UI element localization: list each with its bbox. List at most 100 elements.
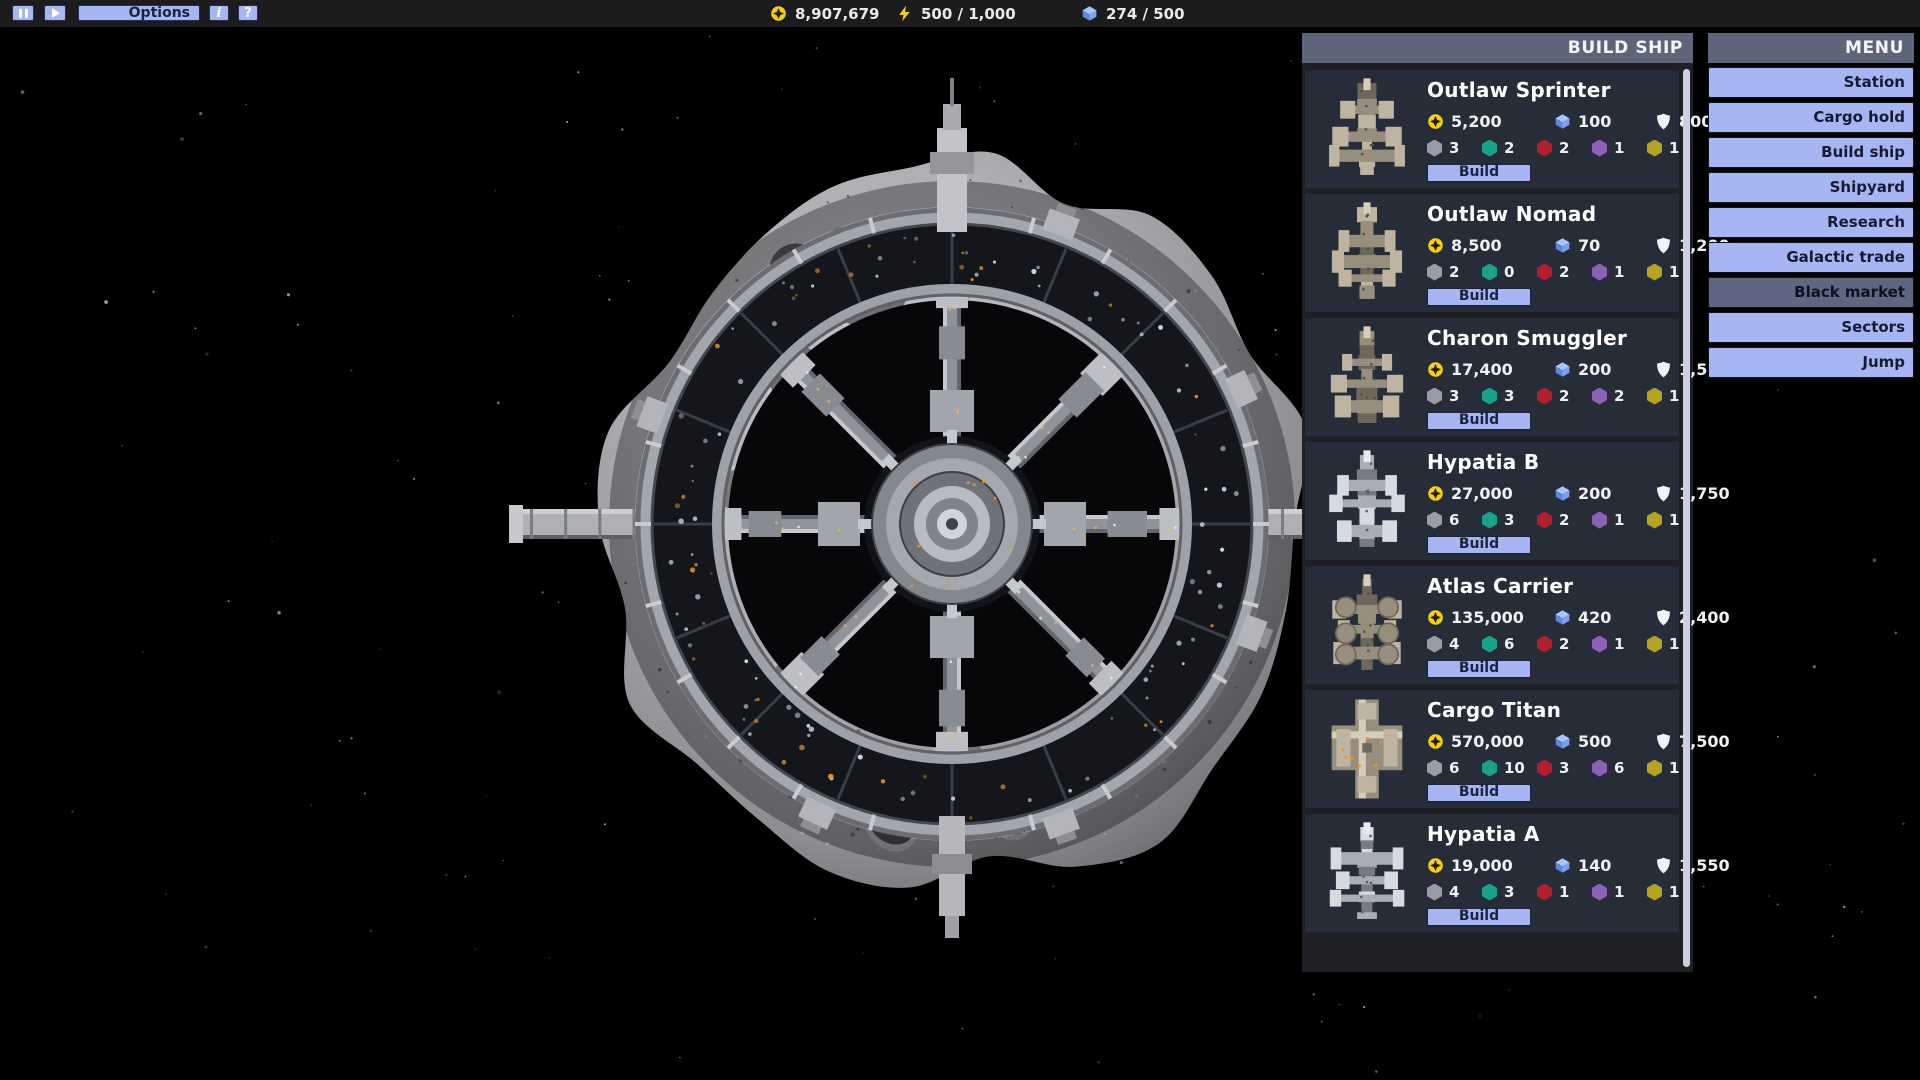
material-teal-icon — [1482, 512, 1497, 529]
material-red-icon — [1537, 140, 1552, 157]
ship-cost-goods: 140 — [1578, 856, 1611, 875]
menu-item-sectors[interactable]: Sectors — [1708, 312, 1914, 343]
material-purple-icon — [1592, 760, 1607, 777]
ship-thumbnail — [1310, 570, 1423, 680]
material-gray-icon — [1427, 760, 1442, 777]
build-button[interactable]: Build — [1427, 660, 1531, 678]
material-gray-count: 6 — [1449, 759, 1459, 777]
shield-icon — [1655, 361, 1672, 378]
ship-cost-credits: 27,000 — [1451, 484, 1513, 503]
ship-cost-goods: 420 — [1578, 608, 1611, 627]
menu-item-cargo-hold[interactable]: Cargo hold — [1708, 102, 1914, 133]
space-station-image — [509, 78, 1381, 938]
ship-cost-credits: 19,000 — [1451, 856, 1513, 875]
ship-thumbnail — [1310, 446, 1423, 556]
ship-entry-hypatia-b: Hypatia B 27,000 200 1,750 6 3 2 1 1 Bui… — [1305, 442, 1679, 560]
material-purple-count: 6 — [1614, 759, 1624, 777]
material-red-count: 2 — [1559, 635, 1569, 653]
ship-entry-outlaw-nomad: Outlaw Nomad 8,500 70 1,200 2 0 2 1 1 Bu… — [1305, 194, 1679, 312]
ship-cost-goods: 70 — [1578, 236, 1600, 255]
resource-value: 274 / 500 — [1106, 5, 1185, 23]
menu-item-jump[interactable]: Jump — [1708, 347, 1914, 378]
scrollbar-thumb[interactable] — [1683, 69, 1690, 967]
material-gray-count: 4 — [1449, 635, 1459, 653]
resource-bar: 8,907,679 500 / 1,000 274 / 500 — [0, 0, 1920, 27]
menu-item-galactic-trade[interactable]: Galactic trade — [1708, 242, 1914, 273]
build-button[interactable]: Build — [1427, 412, 1531, 430]
ship-cost-credits: 5,200 — [1451, 112, 1502, 131]
material-teal-count: 3 — [1504, 511, 1514, 529]
coin-icon — [770, 5, 787, 22]
material-yellow-count: 1 — [1669, 759, 1679, 777]
build-button[interactable]: Build — [1427, 908, 1531, 926]
ship-entry-hypatia-a: Hypatia A 19,000 140 1,550 4 3 1 1 1 Bui… — [1305, 814, 1679, 932]
shield-icon — [1655, 733, 1672, 750]
material-teal-icon — [1482, 760, 1497, 777]
top-bar: Options i ? 8,907,679 500 / 1,000 274 / … — [0, 0, 1920, 27]
material-gray-icon — [1427, 884, 1442, 901]
material-red-count: 1 — [1559, 883, 1569, 901]
material-red-icon — [1537, 884, 1552, 901]
cube-icon — [1554, 857, 1571, 874]
build-button[interactable]: Build — [1427, 288, 1531, 306]
material-yellow-count: 1 — [1669, 511, 1679, 529]
menu-item-build-ship[interactable]: Build ship — [1708, 137, 1914, 168]
material-teal-count: 6 — [1504, 635, 1514, 653]
ship-entry-cargo-titan: Cargo Titan 570,000 500 7,500 6 10 3 6 1… — [1305, 690, 1679, 808]
material-purple-icon — [1592, 140, 1607, 157]
shield-icon — [1655, 609, 1672, 626]
shield-icon — [1655, 857, 1672, 874]
material-purple-icon — [1592, 884, 1607, 901]
ship-entry-charon-smuggler: Charon Smuggler 17,400 200 1,500 3 3 2 2… — [1305, 318, 1679, 436]
material-purple-icon — [1592, 636, 1607, 653]
material-teal-count: 3 — [1504, 387, 1514, 405]
build-ship-header: BUILD SHIP — [1302, 33, 1693, 63]
menu-item-research[interactable]: Research — [1708, 207, 1914, 238]
menu-item-station[interactable]: Station — [1708, 67, 1914, 98]
material-purple-icon — [1592, 264, 1607, 281]
material-red-icon — [1537, 388, 1552, 405]
resource: 500 / 1,000 — [896, 0, 1016, 27]
material-yellow-icon — [1647, 636, 1662, 653]
material-yellow-count: 1 — [1669, 139, 1679, 157]
ship-thumbnail — [1310, 694, 1423, 804]
build-button[interactable]: Build — [1427, 536, 1531, 554]
resource: 274 / 500 — [1081, 0, 1185, 27]
ship-thumbnail — [1310, 198, 1423, 308]
material-yellow-count: 1 — [1669, 635, 1679, 653]
coin-icon — [1427, 733, 1444, 750]
material-yellow-icon — [1647, 140, 1662, 157]
cube-icon — [1081, 5, 1098, 22]
ship-materials-row: 3 2 2 1 1 — [1427, 138, 1702, 158]
menu-panel: MENU Station Cargo hold Build ship Shipy… — [1708, 33, 1914, 378]
ship-cost-credits: 17,400 — [1451, 360, 1513, 379]
build-button[interactable]: Build — [1427, 164, 1531, 182]
shield-icon — [1655, 113, 1672, 130]
material-teal-icon — [1482, 884, 1497, 901]
ship-entry-outlaw-sprinter: Outlaw Sprinter 5,200 100 800 3 2 2 1 1 … — [1305, 70, 1679, 188]
ship-materials-row: 4 6 2 1 1 — [1427, 634, 1702, 654]
material-red-count: 2 — [1559, 263, 1569, 281]
ship-name: Hypatia B — [1427, 450, 1539, 474]
material-gray-icon — [1427, 636, 1442, 653]
resource: 8,907,679 — [770, 0, 879, 27]
ship-cost-credits: 8,500 — [1451, 236, 1502, 255]
build-button[interactable]: Build — [1427, 784, 1531, 802]
ship-materials-row: 6 3 2 1 1 — [1427, 510, 1702, 530]
ship-cost-goods: 100 — [1578, 112, 1611, 131]
ship-materials-row: 3 3 2 2 1 — [1427, 386, 1702, 406]
material-teal-count: 0 — [1504, 263, 1514, 281]
ship-cost-credits: 570,000 — [1451, 732, 1524, 751]
menu-list: Station Cargo hold Build ship Shipyard R… — [1708, 67, 1914, 378]
material-purple-count: 1 — [1614, 883, 1624, 901]
menu-item-shipyard[interactable]: Shipyard — [1708, 172, 1914, 203]
scrollbar — [1683, 69, 1690, 967]
coin-icon — [1427, 857, 1444, 874]
material-gray-count: 4 — [1449, 883, 1459, 901]
material-red-count: 2 — [1559, 511, 1569, 529]
material-teal-count: 2 — [1504, 139, 1514, 157]
shield-icon — [1655, 237, 1672, 254]
menu-item-black-market[interactable]: Black market — [1708, 277, 1914, 308]
material-purple-count: 1 — [1614, 635, 1624, 653]
ship-name: Cargo Titan — [1427, 698, 1561, 722]
